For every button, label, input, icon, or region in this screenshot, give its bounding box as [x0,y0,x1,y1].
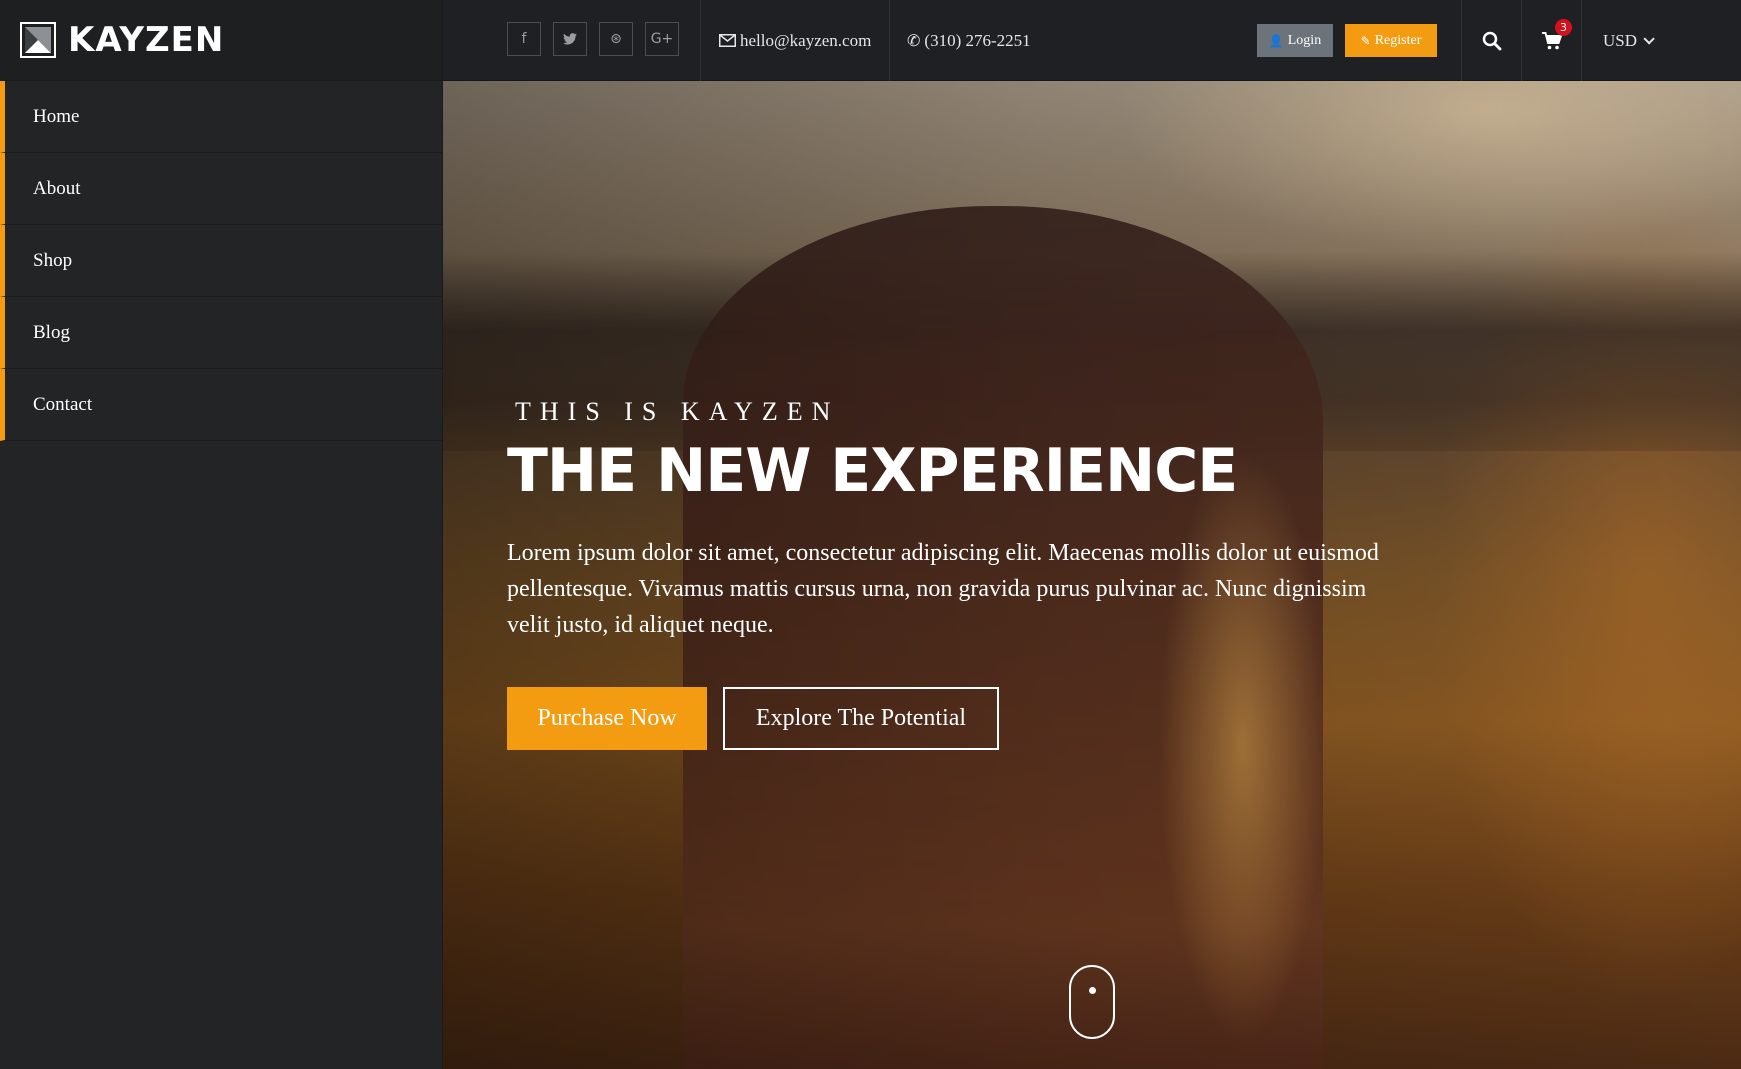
twitter-icon[interactable] [553,22,587,56]
sidebar-item-label: Blog [33,321,70,343]
sidebar-item-label: Contact [33,393,93,415]
kayzen-logo-icon [20,22,56,58]
sidebar-item-contact[interactable]: Contact [0,369,442,441]
login-button[interactable]: 👤 Login [1257,24,1333,57]
scroll-wheel-dot [1089,987,1096,994]
envelope-icon [719,34,736,47]
email-text: hello@kayzen.com [740,30,872,50]
divider [700,0,701,81]
facebook-icon[interactable]: f [507,22,541,56]
hero-lead-text: Lorem ipsum dolor sit amet, consectetur … [507,540,1379,638]
sidebar-item-label: Home [33,105,80,127]
sidebar-item-label: About [33,177,81,199]
phone-icon: ✆ [907,31,921,50]
currency-value: USD [1603,30,1638,50]
hero-headline: THE NEW EXPERIENCE [507,436,1238,506]
google-plus-icon[interactable]: G+ [645,22,679,56]
sidebar-nav: Home About Shop Blog Contact [0,81,442,441]
hero-content: THIS IS KAYZEN THE NEW EXPERIENCE Lorem … [507,397,1407,750]
explore-potential-button[interactable]: Explore The Potential [723,687,999,750]
sidebar-item-home[interactable]: Home [0,81,442,153]
chevron-down-icon [1643,32,1655,45]
topbar: f ⊛ G+ hello@kayzen.com ✆ (310) 276-2251… [443,0,1741,81]
scroll-down-indicator[interactable] [1069,965,1115,1039]
register-button[interactable]: ✎ Register [1345,24,1437,57]
phone-text: (310) 276-2251 [924,30,1031,50]
search-icon [1482,31,1501,50]
purchase-now-button[interactable]: Purchase Now [507,687,707,750]
sidebar-item-shop[interactable]: Shop [0,225,442,297]
sidebar: KAYZEN Home About Shop Blog Contact [0,0,443,1069]
sidebar-item-label: Shop [33,249,73,271]
divider [1581,0,1582,81]
register-label: Register [1374,32,1422,48]
hero-kicker: THIS IS KAYZEN [515,397,840,426]
hero-cta-row: Purchase Now Explore The Potential [507,687,1407,750]
brand-name: KAYZEN [68,20,225,60]
social-links: f ⊛ G+ [507,22,691,56]
cart-button[interactable]: 3 [1522,0,1581,81]
edit-icon: ✎ [1360,33,1371,48]
hero-section: THIS IS KAYZEN THE NEW EXPERIENCE Lorem … [443,81,1741,1069]
contact-phone[interactable]: ✆ (310) 276-2251 [907,0,1031,81]
sidebar-item-about[interactable]: About [0,153,442,225]
contact-email[interactable]: hello@kayzen.com [719,0,871,81]
sidebar-item-blog[interactable]: Blog [0,297,442,369]
brand[interactable]: KAYZEN [0,0,442,81]
dribbble-icon[interactable]: ⊛ [599,22,633,56]
twitter-bird-glyph [563,33,577,45]
currency-select[interactable]: USD [1603,0,1655,81]
login-label: Login [1287,32,1322,48]
search-button[interactable] [1462,0,1521,81]
divider [889,0,890,81]
user-icon: 👤 [1268,33,1284,48]
cart-count-badge: 3 [1555,19,1572,36]
